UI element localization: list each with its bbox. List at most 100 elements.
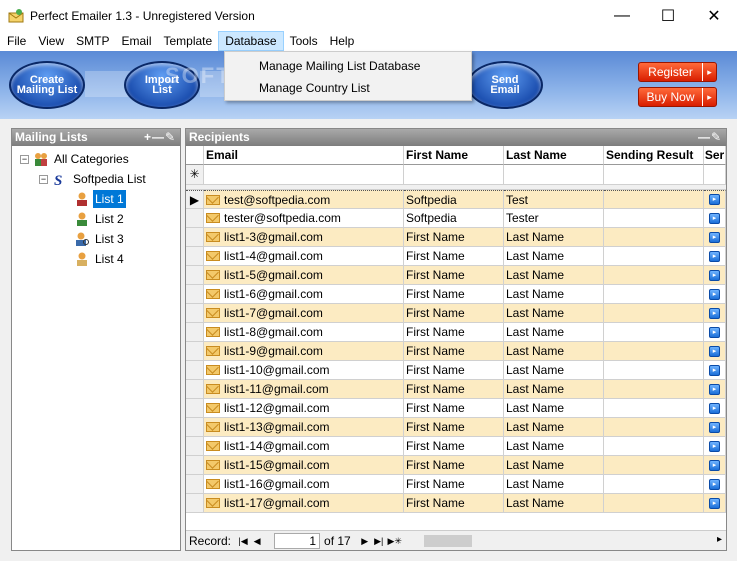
cell-sending-result[interactable] bbox=[604, 304, 704, 323]
cell-sending-result[interactable] bbox=[604, 247, 704, 266]
cell-ser[interactable]: ▸ bbox=[704, 285, 726, 304]
row-indicator[interactable] bbox=[186, 266, 204, 285]
cell-first-name[interactable]: First Name bbox=[404, 342, 504, 361]
info-icon[interactable]: ▸ bbox=[709, 326, 720, 338]
table-row[interactable]: list1-4@gmail.com First Name Last Name ▸ bbox=[186, 247, 726, 266]
menu-help[interactable]: Help bbox=[324, 31, 361, 51]
table-row[interactable]: list1-6@gmail.com First Name Last Name ▸ bbox=[186, 285, 726, 304]
row-indicator[interactable]: ▶ bbox=[186, 190, 204, 209]
cell-sending-result[interactable] bbox=[604, 323, 704, 342]
cell-last-name[interactable]: Last Name bbox=[504, 437, 604, 456]
cell-first-name[interactable] bbox=[404, 165, 504, 185]
table-row[interactable]: tester@softpedia.com Softpedia Tester ▸ bbox=[186, 209, 726, 228]
cell-last-name[interactable]: Last Name bbox=[504, 247, 604, 266]
cell-ser[interactable]: ▸ bbox=[704, 399, 726, 418]
cell-sending-result[interactable] bbox=[604, 190, 704, 209]
row-indicator[interactable] bbox=[186, 361, 204, 380]
cell-last-name[interactable]: Last Name bbox=[504, 266, 604, 285]
column-header-sending-result[interactable]: Sending Result bbox=[604, 146, 704, 165]
cell-ser[interactable]: ▸ bbox=[704, 228, 726, 247]
cell-last-name[interactable]: Last Name bbox=[504, 418, 604, 437]
info-icon[interactable]: ▸ bbox=[709, 250, 720, 262]
cell-first-name[interactable]: First Name bbox=[404, 399, 504, 418]
cell-email[interactable]: list1-17@gmail.com bbox=[204, 494, 404, 513]
info-icon[interactable]: ▸ bbox=[709, 478, 720, 490]
cell-ser[interactable]: ▸ bbox=[704, 323, 726, 342]
cell-last-name[interactable]: Last Name bbox=[504, 456, 604, 475]
cell-email[interactable]: list1-13@gmail.com bbox=[204, 418, 404, 437]
cell-sending-result[interactable] bbox=[604, 494, 704, 513]
menu-file[interactable]: File bbox=[1, 31, 32, 51]
menu-email[interactable]: Email bbox=[115, 31, 157, 51]
cell-last-name[interactable]: Last Name bbox=[504, 285, 604, 304]
cell-ser[interactable]: ▸ bbox=[704, 247, 726, 266]
menu-item-manage-mailing-list-database[interactable]: Manage Mailing List Database bbox=[225, 55, 471, 77]
cell-first-name[interactable]: First Name bbox=[404, 475, 504, 494]
column-header-ser[interactable]: Ser bbox=[704, 146, 726, 165]
cell-ser[interactable]: ▸ bbox=[704, 361, 726, 380]
scroll-right-icon[interactable]: ▸ bbox=[717, 534, 722, 545]
menu-database[interactable]: Database bbox=[218, 31, 284, 51]
column-header-first-name[interactable]: First Name bbox=[404, 146, 504, 165]
cell-first-name[interactable]: First Name bbox=[404, 437, 504, 456]
cell-sending-result[interactable] bbox=[604, 361, 704, 380]
cell-email[interactable] bbox=[204, 165, 404, 185]
cell-ser[interactable]: ▸ bbox=[704, 494, 726, 513]
cell-email[interactable]: list1-5@gmail.com bbox=[204, 266, 404, 285]
info-icon[interactable]: ▸ bbox=[709, 231, 720, 243]
recipient-tools-icons[interactable]: —✎ bbox=[698, 129, 722, 146]
row-indicator[interactable] bbox=[186, 380, 204, 399]
cell-last-name[interactable]: Last Name bbox=[504, 399, 604, 418]
cell-email[interactable]: list1-8@gmail.com bbox=[204, 323, 404, 342]
cell-ser[interactable]: ▸ bbox=[704, 190, 726, 209]
cell-last-name[interactable]: Tester bbox=[504, 209, 604, 228]
tree-node-list-2[interactable]: List 2 bbox=[74, 210, 126, 228]
cell-first-name[interactable]: First Name bbox=[404, 418, 504, 437]
send-email-button[interactable]: Send Email bbox=[467, 61, 543, 109]
cell-email[interactable]: list1-10@gmail.com bbox=[204, 361, 404, 380]
column-header-last-name[interactable]: Last Name bbox=[504, 146, 604, 165]
cell-email[interactable]: list1-16@gmail.com bbox=[204, 475, 404, 494]
cell-ser[interactable]: ▸ bbox=[704, 304, 726, 323]
table-row[interactable]: ▶ test@softpedia.com Softpedia Test ▸ bbox=[186, 190, 726, 209]
cell-first-name[interactable]: Softpedia bbox=[404, 209, 504, 228]
row-indicator[interactable] bbox=[186, 494, 204, 513]
cell-sending-result[interactable] bbox=[604, 437, 704, 456]
cell-ser[interactable]: ▸ bbox=[704, 380, 726, 399]
row-indicator[interactable] bbox=[186, 456, 204, 475]
tree-node-softpedia-list[interactable]: − S Softpedia List bbox=[39, 170, 148, 188]
cell-ser[interactable]: ▸ bbox=[704, 456, 726, 475]
row-indicator[interactable] bbox=[186, 247, 204, 266]
cell-sending-result[interactable] bbox=[604, 380, 704, 399]
cell-last-name[interactable]: Last Name bbox=[504, 361, 604, 380]
close-button[interactable]: ✕ bbox=[691, 0, 737, 31]
info-icon[interactable]: ▸ bbox=[709, 497, 720, 509]
first-record-button[interactable]: |◀ bbox=[237, 534, 249, 548]
info-icon[interactable]: ▸ bbox=[709, 288, 720, 300]
table-row[interactable]: list1-8@gmail.com First Name Last Name ▸ bbox=[186, 323, 726, 342]
info-icon[interactable]: ▸ bbox=[709, 194, 720, 205]
cell-first-name[interactable]: First Name bbox=[404, 247, 504, 266]
cell-last-name[interactable]: Last Name bbox=[504, 228, 604, 247]
cell-email[interactable]: list1-15@gmail.com bbox=[204, 456, 404, 475]
row-indicator[interactable] bbox=[186, 228, 204, 247]
cell-sending-result[interactable] bbox=[604, 228, 704, 247]
cell-sending-result[interactable] bbox=[604, 475, 704, 494]
cell-first-name[interactable]: First Name bbox=[404, 494, 504, 513]
tree-node-all-categories[interactable]: − All Categories bbox=[20, 150, 131, 168]
cell-last-name[interactable] bbox=[504, 165, 604, 185]
info-icon[interactable]: ▸ bbox=[709, 345, 720, 357]
register-button[interactable]: Register ▸ bbox=[638, 62, 717, 82]
cell-sending-result[interactable] bbox=[604, 285, 704, 304]
cell-ser[interactable]: ▸ bbox=[704, 266, 726, 285]
cell-email[interactable]: list1-12@gmail.com bbox=[204, 399, 404, 418]
recipients-grid[interactable]: Email First Name Last Name Sending Resul… bbox=[186, 146, 726, 513]
new-row[interactable]: ✳ bbox=[186, 165, 726, 185]
cell-ser[interactable]: ▸ bbox=[704, 342, 726, 361]
new-record-button[interactable]: ▶✳ bbox=[387, 534, 403, 548]
table-row[interactable]: list1-16@gmail.com First Name Last Name ▸ bbox=[186, 475, 726, 494]
cell-email[interactable]: list1-7@gmail.com bbox=[204, 304, 404, 323]
row-indicator[interactable] bbox=[186, 209, 204, 228]
cell-ser[interactable] bbox=[704, 165, 726, 185]
next-record-button[interactable]: ▶ bbox=[359, 534, 371, 548]
